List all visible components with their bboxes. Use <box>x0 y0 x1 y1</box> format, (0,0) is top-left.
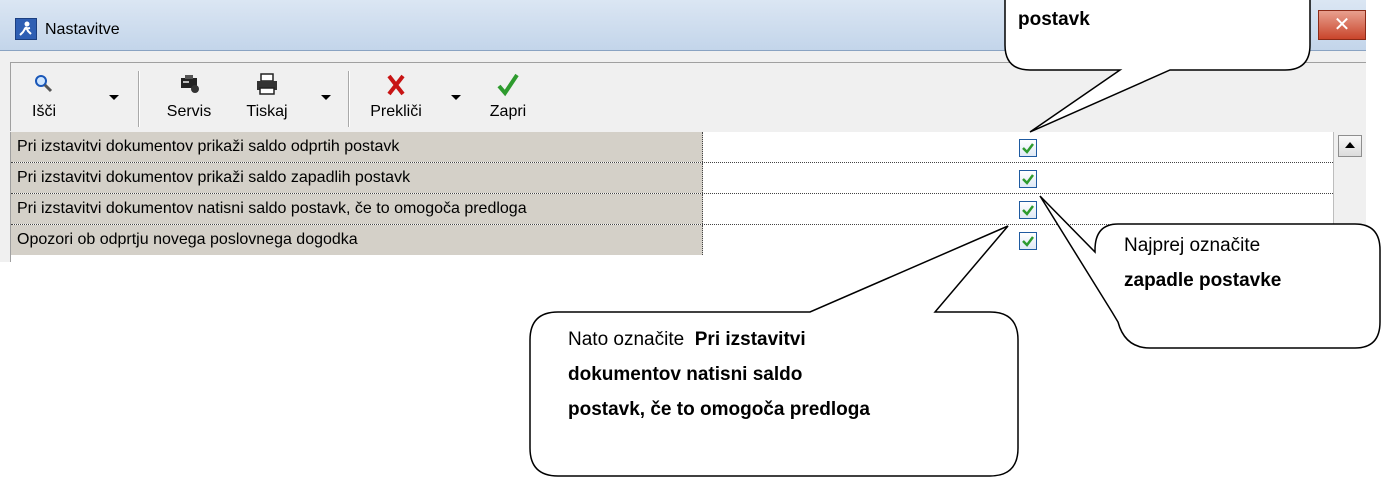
callout-bottom-line3: postavk, če to omogoča predloga <box>568 399 870 420</box>
callout-right-text: Najprej označite zapadle postavke <box>1124 228 1281 298</box>
callout-right-line1: Najprej označite <box>1124 235 1261 256</box>
callout-top-bold: postavk <box>1018 9 1090 30</box>
callout-bottom-text: Nato označite Pri izstavitvi dokumentov … <box>568 322 870 427</box>
callout-bottom-line1-plain: Nato označite <box>568 329 685 350</box>
callout-bottom-line2: dokumentov natisni saldo <box>568 364 803 385</box>
callout-right-bold: zapadle postavke <box>1124 270 1282 291</box>
callout-bottom-line1-bold: Pri izstavitvi <box>694 329 806 350</box>
callout-top-text: postavk <box>1018 2 1090 37</box>
